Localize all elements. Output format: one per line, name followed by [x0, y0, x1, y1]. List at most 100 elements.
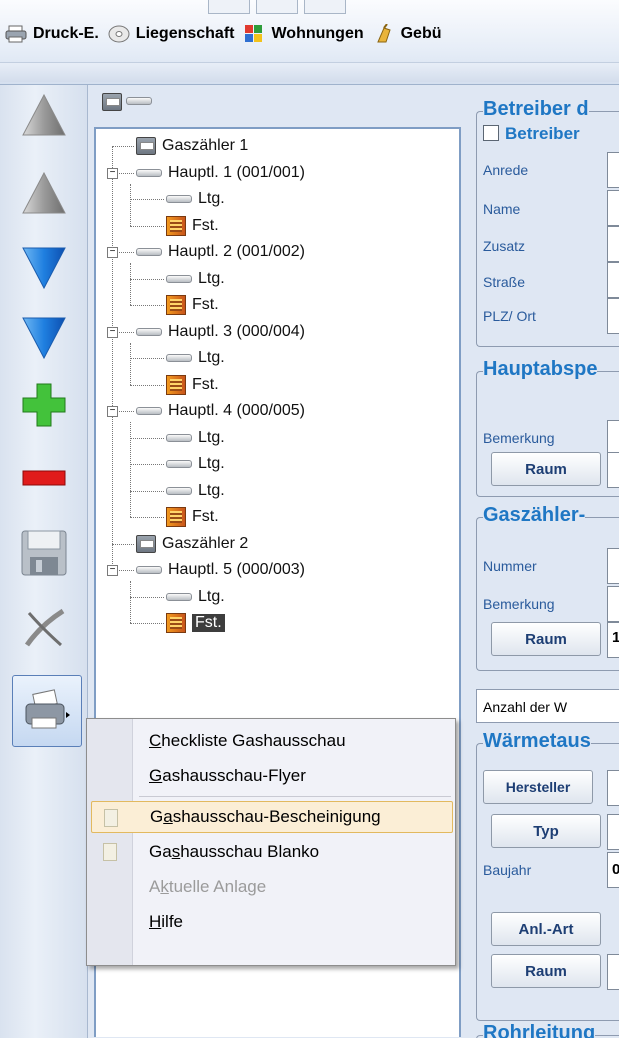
raum-button[interactable]: Raum	[491, 452, 601, 486]
collapse-toggle-icon[interactable]: −	[107, 406, 118, 417]
fireplace-icon	[166, 374, 186, 395]
pipe-icon[interactable]	[126, 97, 152, 105]
move-top-button[interactable]	[16, 87, 72, 143]
top-toolbar: Druck-E. Liegenschaft Wohnungen Gebü	[0, 0, 619, 85]
bemerkung-field[interactable]	[607, 586, 619, 622]
tree-node[interactable]: Ltg.	[166, 427, 225, 449]
cancel-button[interactable]	[16, 600, 72, 656]
baujahr-label: Baujahr	[483, 862, 532, 878]
tree-node[interactable]: Hauptl. 2 (001/002)	[136, 241, 305, 263]
tree-node[interactable]: Fst.	[166, 506, 219, 528]
tree-node-label: Fst.	[192, 296, 219, 313]
tree-node[interactable]: Hauptl. 5 (000/003)	[136, 559, 305, 581]
menu-item[interactable]: Hilfe	[91, 906, 453, 938]
tree-node[interactable]: Hauptl. 4 (000/005)	[136, 400, 305, 422]
raum-field[interactable]	[607, 954, 619, 990]
raum-button[interactable]: Raum	[491, 622, 601, 656]
baujahr-field[interactable]: 0	[607, 852, 619, 888]
tree-node[interactable]: Ltg.	[166, 188, 225, 210]
zusatz-field[interactable]	[607, 226, 619, 262]
tree-node[interactable]: Ltg.	[166, 453, 225, 475]
betreiber-checkbox[interactable]	[483, 125, 499, 141]
menu-item-label: Gashausschau-Bescheinigung	[150, 807, 381, 826]
raum-field[interactable]: 1	[607, 622, 619, 658]
menu-item[interactable]: Checkliste Gashausschau	[91, 725, 453, 757]
toolbar-subbar	[0, 62, 619, 82]
tree-node-label: Hauptl. 4 (000/005)	[168, 402, 305, 419]
tree-node[interactable]: Hauptl. 1 (001/001)	[136, 162, 305, 184]
tree-node[interactable]: Fst.	[166, 294, 219, 316]
collapse-toggle-icon[interactable]: −	[107, 565, 118, 576]
tab-liegenschaft[interactable]: Liegenschaft	[107, 22, 235, 46]
raum-field[interactable]	[607, 452, 619, 488]
tree-node-label: Ltg.	[198, 455, 225, 472]
add-button[interactable]	[16, 377, 72, 433]
bemerkung-label: Bemerkung	[483, 596, 555, 612]
betreiber-checkbox-label: Betreiber	[505, 124, 580, 143]
move-bottom-button[interactable]	[16, 310, 72, 366]
gas-meter-icon[interactable]	[102, 93, 122, 111]
tree-node[interactable]: Fst.	[166, 215, 219, 237]
betreiber-checkbox-row[interactable]: Betreiber	[483, 124, 580, 144]
fireplace-icon	[166, 215, 186, 236]
menu-item[interactable]: Gashausschau-Flyer	[91, 760, 453, 792]
tree-node[interactable]: Gaszähler 2	[136, 533, 248, 555]
menu-item[interactable]: Gashausschau-Bescheinigung	[91, 801, 453, 833]
anzahl-field[interactable]: Anzahl der W	[476, 689, 619, 723]
save-button[interactable]	[16, 525, 72, 581]
nummer-label: Nummer	[483, 558, 537, 574]
anlagen-art-button[interactable]: Anl.-Art	[491, 912, 601, 946]
plz-ort-field[interactable]	[607, 298, 619, 334]
tree-connector	[130, 342, 131, 385]
move-up-button[interactable]	[16, 165, 72, 221]
raum-button[interactable]: Raum	[491, 954, 601, 988]
tab-druck-e[interactable]: Druck-E.	[4, 22, 99, 46]
print-menu-button[interactable]	[12, 675, 82, 747]
move-down-button[interactable]	[16, 240, 72, 296]
strasse-label: Straße	[483, 274, 526, 290]
grid-icon	[245, 25, 263, 42]
tree-node[interactable]: Ltg.	[166, 268, 225, 290]
typ-field[interactable]	[607, 814, 619, 850]
hauptabsperrung-title: Hauptabspe	[483, 358, 598, 381]
remove-button[interactable]	[16, 450, 72, 506]
tree-node-label: Gaszähler 2	[162, 534, 249, 552]
strasse-field[interactable]	[607, 262, 619, 298]
hersteller-field[interactable]	[607, 770, 619, 806]
name-field[interactable]	[607, 190, 619, 226]
typ-button[interactable]: Typ	[491, 814, 601, 848]
tab-gebaeude[interactable]: Gebü	[372, 22, 442, 46]
printer-icon	[5, 25, 27, 43]
gas-meter-icon	[136, 534, 156, 553]
menu-item-label: Checkliste Gashausschau	[149, 731, 346, 750]
pipe-icon	[166, 460, 192, 468]
waermetauscher-title: Wärmetaus	[483, 730, 591, 753]
collapse-toggle-icon[interactable]: −	[107, 326, 118, 338]
gaszaehler-group: Gaszähler- Nummer Bemerkung Raum 1	[476, 504, 619, 671]
tree-node[interactable]: Fst.	[166, 374, 219, 396]
tree-connector	[130, 384, 164, 386]
anrede-field[interactable]	[607, 152, 619, 188]
tree-node[interactable]: Ltg.	[166, 480, 225, 502]
tree-node[interactable]: Hauptl. 3 (000/004)	[136, 321, 305, 343]
pipe-icon	[166, 274, 192, 283]
tree-node[interactable]: Fst.	[166, 612, 225, 634]
collapse-toggle-icon[interactable]: −	[107, 247, 118, 258]
rohrleitung-title: Rohrleitung	[483, 1022, 596, 1038]
tab-label: Liegenschaft	[135, 25, 235, 42]
tree-node[interactable]: Ltg.	[166, 347, 225, 369]
menu-item[interactable]: Gashausschau Blanko	[91, 836, 453, 868]
hersteller-button[interactable]: Hersteller	[483, 770, 593, 804]
tree-connector	[130, 199, 164, 200]
collapse-toggle-icon[interactable]: −	[107, 167, 118, 179]
move-top-icon	[22, 93, 66, 136]
name-label: Name	[483, 201, 521, 217]
tree-node[interactable]: Ltg.	[166, 586, 225, 608]
tab-wohnungen[interactable]: Wohnungen	[242, 22, 364, 46]
tree-header	[102, 87, 152, 111]
pipe-icon	[166, 195, 192, 203]
tree-node[interactable]: Gaszähler 1	[136, 135, 248, 157]
bemerkung-field[interactable]	[607, 420, 619, 456]
save-icon	[21, 530, 67, 576]
nummer-field[interactable]	[607, 548, 619, 584]
